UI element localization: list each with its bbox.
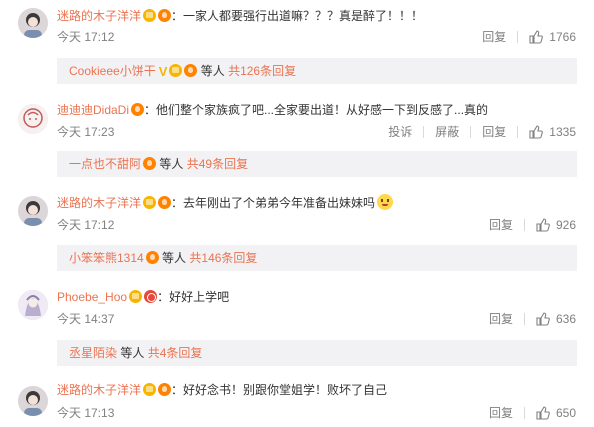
thread-etc: 等人	[162, 251, 187, 265]
comment-text: ：他们整个家族疯了吧...全家要出道！从好感一下到反感了...真的	[144, 103, 489, 117]
reply-thread: 丞星陌染 等人 共4条回复	[57, 340, 577, 366]
comment-author[interactable]: 迷路的木子洋洋	[57, 9, 141, 23]
block-button[interactable]: 屏蔽	[435, 124, 459, 140]
reply-button[interactable]: 回复	[489, 405, 513, 421]
comment-author[interactable]: 迪迪迪DidaDi	[57, 103, 129, 117]
comment-author[interactable]: 迷路的木子洋洋	[57, 196, 141, 210]
avatar[interactable]	[18, 386, 48, 416]
medal-badge-icon[interactable]	[144, 290, 158, 303]
reply-button[interactable]: 回复	[489, 217, 513, 233]
like-button[interactable]: 650	[536, 405, 576, 421]
fan-badge-icon	[145, 251, 159, 264]
thumbs-up-icon	[536, 218, 550, 232]
emoji-face-icon	[377, 194, 394, 210]
comment-author[interactable]: Phoebe_Hoo	[57, 290, 127, 304]
fan-badge-icon[interactable]	[158, 383, 172, 396]
fan-badge-icon	[143, 157, 157, 170]
like-count: 636	[555, 312, 576, 326]
comment-text: ：一家人都要强行出道嘛？？？真是醉了！！！	[171, 9, 424, 23]
thread-etc: 等人	[159, 157, 184, 171]
report-button[interactable]: 投诉	[388, 124, 412, 140]
like-button[interactable]: 926	[536, 217, 576, 233]
reply-thread: 一点也不甜阿 等人 共49条回复	[57, 151, 577, 177]
fan-badge-icon[interactable]	[131, 103, 145, 116]
comment-text: ：好好念书！别跟你堂姐学！败坏了自己	[171, 383, 388, 397]
thread-more-link[interactable]: 共4条回复	[148, 346, 203, 360]
like-button[interactable]: 1766	[529, 29, 576, 45]
action-divider	[523, 407, 525, 419]
fan-badge-icon[interactable]	[158, 9, 172, 22]
fan-badge-icon	[184, 64, 198, 77]
reply-button[interactable]: 回复	[482, 124, 506, 140]
comment-time: 今天 17:12	[57, 218, 115, 232]
comment-text: ：去年刚出了个弟弟今年准备出妹妹吗	[171, 196, 376, 210]
thread-author[interactable]: 一点也不甜阿	[69, 157, 141, 171]
verified-v-icon: V	[158, 64, 168, 79]
reply-button[interactable]: 回复	[482, 29, 506, 45]
thread-etc: 等人	[200, 64, 225, 78]
thumbs-up-icon	[536, 406, 550, 420]
thread-more-link[interactable]: 共126条回复	[228, 64, 296, 78]
action-divider	[523, 219, 525, 231]
like-count: 1335	[549, 125, 576, 139]
comment-time: 今天 14:37	[57, 312, 115, 326]
avatar[interactable]	[18, 8, 48, 38]
reply-button[interactable]: 回复	[489, 311, 513, 327]
thread-author[interactable]: Cookieee小饼干	[69, 64, 156, 78]
action-divider	[423, 126, 425, 138]
comment-time: 今天 17:13	[57, 406, 115, 420]
avatar[interactable]	[18, 104, 48, 134]
vip-badge-icon	[169, 64, 183, 77]
reply-thread: 小笨笨熊1314 等人 共146条回复	[57, 245, 577, 271]
vip-badge-icon[interactable]	[129, 290, 143, 303]
like-button[interactable]: 636	[536, 311, 576, 327]
like-count: 650	[555, 406, 576, 420]
thread-more-link[interactable]: 共49条回复	[187, 157, 248, 171]
action-divider	[523, 313, 525, 325]
thumbs-up-icon	[536, 312, 550, 326]
comment-text: ：好好上学吧	[157, 290, 230, 304]
thumbs-up-icon	[529, 125, 544, 139]
thread-more-link[interactable]: 共146条回复	[189, 251, 257, 265]
comment-time: 今天 17:12	[57, 30, 115, 44]
thumbs-up-icon	[529, 30, 544, 44]
comment-author[interactable]: 迷路的木子洋洋	[57, 383, 141, 397]
fan-badge-icon[interactable]	[158, 196, 172, 209]
like-count: 1766	[549, 30, 576, 44]
vip-badge-icon[interactable]	[143, 9, 157, 22]
avatar[interactable]	[18, 196, 48, 226]
vip-badge-icon[interactable]	[143, 383, 157, 396]
comment-time: 今天 17:23	[57, 125, 115, 139]
like-count: 926	[555, 218, 576, 232]
reply-thread: Cookieee小饼干 V 等人 共126条回复	[57, 58, 577, 84]
thread-etc: 等人	[120, 346, 145, 360]
vip-badge-icon[interactable]	[143, 196, 157, 209]
action-divider	[470, 126, 472, 138]
avatar[interactable]	[18, 290, 48, 320]
thread-author[interactable]: 丞星陌染	[69, 346, 117, 360]
action-divider	[517, 126, 519, 138]
thread-author[interactable]: 小笨笨熊1314	[69, 251, 144, 265]
like-button[interactable]: 1335	[529, 124, 576, 140]
action-divider	[517, 31, 519, 43]
